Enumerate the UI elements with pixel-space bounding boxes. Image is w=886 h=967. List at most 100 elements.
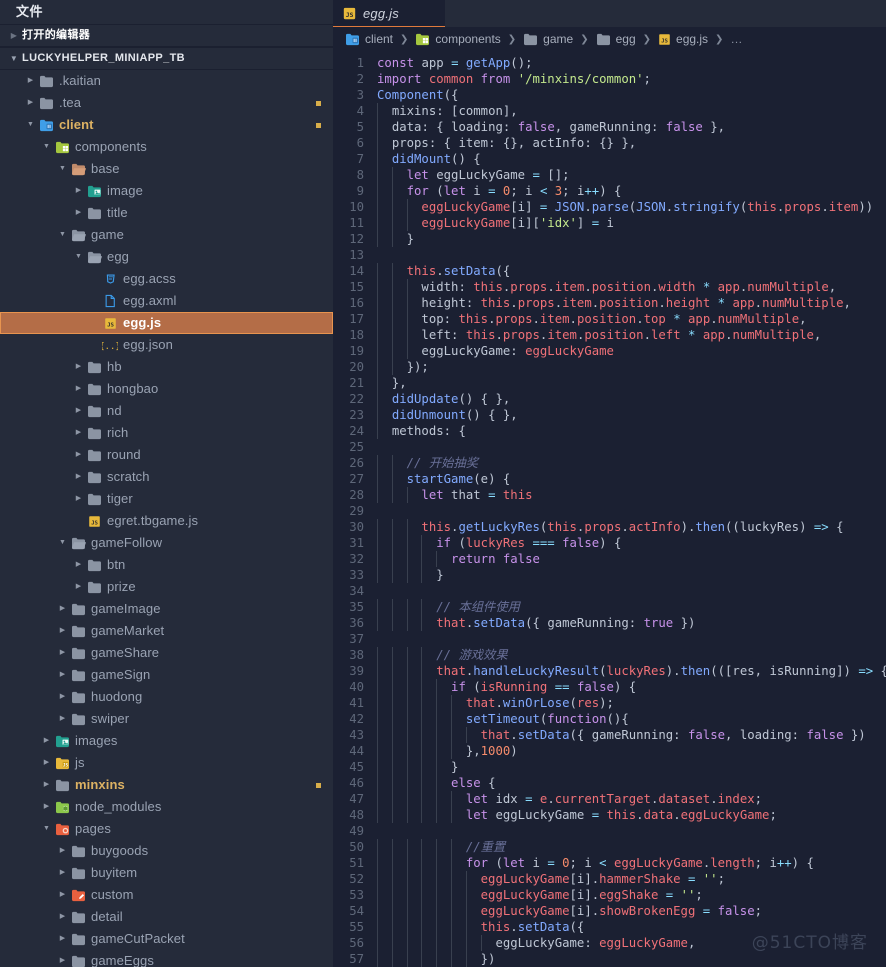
- tree-item-tiger[interactable]: ▶ tiger: [0, 488, 333, 510]
- chevron-right-icon[interactable]: ▶: [56, 862, 69, 884]
- code-line-content[interactable]: else {: [377, 775, 886, 791]
- tree-item-game[interactable]: ▼ game: [0, 224, 333, 246]
- code-line-content[interactable]: for (let i = 0; i < eggLuckyGame.length;…: [377, 855, 886, 871]
- breadcrumb-item-components[interactable]: components: [415, 32, 501, 46]
- chevron-right-icon[interactable]: ▶: [56, 598, 69, 620]
- code-line-content[interactable]: }: [377, 759, 886, 775]
- code-line-content[interactable]: // 游戏效果: [377, 647, 886, 663]
- tree-item-swiper[interactable]: ▶ swiper: [0, 708, 333, 730]
- tree-item--kaitian[interactable]: ▶ .kaitian: [0, 70, 333, 92]
- code-line-content[interactable]: data: { loading: false, gameRunning: fal…: [377, 119, 886, 135]
- code-line-content[interactable]: setTimeout(function(){: [377, 711, 886, 727]
- code-line-content[interactable]: import common from '/minxins/common';: [377, 71, 886, 87]
- tree-item-image[interactable]: ▶ image: [0, 180, 333, 202]
- code-line-content[interactable]: didUpdate() { },: [377, 391, 886, 407]
- chevron-right-icon[interactable]: ▶: [56, 928, 69, 950]
- tree-item-gamefollow[interactable]: ▼ gameFollow: [0, 532, 333, 554]
- chevron-down-icon[interactable]: ▼: [56, 158, 69, 180]
- chevron-right-icon[interactable]: ▶: [72, 378, 85, 400]
- tree-item-detail[interactable]: ▶ detail: [0, 906, 333, 928]
- code-line-content[interactable]: didMount() {: [377, 151, 886, 167]
- chevron-right-icon[interactable]: ▶: [24, 70, 37, 92]
- code-line-content[interactable]: eggLuckyGame: eggLuckyGame,: [377, 935, 886, 951]
- tree-item-egg-json[interactable]: {..} egg.json: [0, 334, 333, 356]
- tree-item-minxins[interactable]: ▶ minxins: [0, 774, 333, 796]
- tree-item-nd[interactable]: ▶ nd: [0, 400, 333, 422]
- tree-item-egg-axml[interactable]: egg.axml: [0, 290, 333, 312]
- code-line-content[interactable]: let that = this: [377, 487, 886, 503]
- code-line-content[interactable]: const app = getApp();: [377, 55, 886, 71]
- code-line-content[interactable]: this.setData({: [377, 263, 886, 279]
- code-line-content[interactable]: top: this.props.item.position.top * app.…: [377, 311, 886, 327]
- chevron-right-icon[interactable]: ▶: [72, 202, 85, 224]
- chevron-down-icon[interactable]: ▼: [72, 246, 85, 268]
- tree-item--tea[interactable]: ▶ .tea: [0, 92, 333, 114]
- chevron-down-icon[interactable]: ▼: [24, 114, 37, 136]
- code-line-content[interactable]: }: [377, 231, 886, 247]
- tree-item-egg[interactable]: ▼ egg: [0, 246, 333, 268]
- tree-item-prize[interactable]: ▶ prize: [0, 576, 333, 598]
- tree-item-gamemarket[interactable]: ▶ gameMarket: [0, 620, 333, 642]
- tree-item-js[interactable]: ▶ JS js: [0, 752, 333, 774]
- tree-item-node-modules[interactable]: ▶ node_modules: [0, 796, 333, 818]
- tree-item-rich[interactable]: ▶ rich: [0, 422, 333, 444]
- code-line-content[interactable]: },1000): [377, 743, 886, 759]
- breadcrumb-item-client[interactable]: client: [345, 32, 393, 46]
- code-line-content[interactable]: eggLuckyGame[i]['idx'] = i: [377, 215, 886, 231]
- code-line-content[interactable]: this.setData({: [377, 919, 886, 935]
- tree-item-gameshare[interactable]: ▶ gameShare: [0, 642, 333, 664]
- chevron-right-icon[interactable]: ▶: [72, 444, 85, 466]
- tree-item-huodong[interactable]: ▶ huodong: [0, 686, 333, 708]
- code-line-content[interactable]: methods: {: [377, 423, 886, 439]
- code-line-content[interactable]: props: { item: {}, actInfo: {} },: [377, 135, 886, 151]
- tree-item-egret-tbgame-js[interactable]: JS egret.tbgame.js: [0, 510, 333, 532]
- file-tree[interactable]: ▶ .kaitian ▶ .tea ▼ client ▼ components ▼ base ▶ im…: [0, 70, 333, 967]
- code-line-content[interactable]: //重置: [377, 839, 886, 855]
- chevron-down-icon[interactable]: ▼: [56, 532, 69, 554]
- code-line-content[interactable]: eggLuckyGame[i].showBrokenEgg = false;: [377, 903, 886, 919]
- chevron-right-icon[interactable]: ▶: [56, 950, 69, 967]
- code-line-content[interactable]: that.setData({ gameRunning: true }): [377, 615, 886, 631]
- tree-item-buyitem[interactable]: ▶ buyitem: [0, 862, 333, 884]
- code-line-content[interactable]: mixins: [common],: [377, 103, 886, 119]
- project-section-header[interactable]: ▼ LUCKYHELPER_MINIAPP_TB: [0, 47, 333, 70]
- code-line-content[interactable]: eggLuckyGame: eggLuckyGame: [377, 343, 886, 359]
- code-line-content[interactable]: eggLuckyGame[i].eggShake = '';: [377, 887, 886, 903]
- code-line-content[interactable]: that.winOrLose(res);: [377, 695, 886, 711]
- code-line-content[interactable]: return false: [377, 551, 886, 567]
- code-line-content[interactable]: }: [377, 567, 886, 583]
- chevron-right-icon[interactable]: ▶: [72, 488, 85, 510]
- code-line-content[interactable]: // 本组件使用: [377, 599, 886, 615]
- chevron-down-icon[interactable]: ▼: [56, 224, 69, 246]
- chevron-right-icon[interactable]: ▶: [56, 884, 69, 906]
- editor-tab-egg-js[interactable]: JS egg.js: [333, 0, 445, 27]
- code-line-content[interactable]: });: [377, 359, 886, 375]
- chevron-right-icon[interactable]: ▶: [56, 906, 69, 928]
- tree-item-gameimage[interactable]: ▶ gameImage: [0, 598, 333, 620]
- tree-item-btn[interactable]: ▶ btn: [0, 554, 333, 576]
- tree-item-scratch[interactable]: ▶ scratch: [0, 466, 333, 488]
- chevron-right-icon[interactable]: ▶: [56, 840, 69, 862]
- chevron-right-icon[interactable]: ▶: [56, 642, 69, 664]
- breadcrumb[interactable]: client ❯ components ❯ game ❯ egg ❯ JS egg.js ❯…: [333, 27, 886, 51]
- chevron-right-icon[interactable]: ▶: [56, 708, 69, 730]
- tree-item-gamecutpacket[interactable]: ▶ gameCutPacket: [0, 928, 333, 950]
- code-line-content[interactable]: for (let i = 0; i < 3; i++) {: [377, 183, 886, 199]
- chevron-right-icon[interactable]: ▶: [40, 752, 53, 774]
- tree-item-components[interactable]: ▼ components: [0, 136, 333, 158]
- tree-item-client[interactable]: ▼ client: [0, 114, 333, 136]
- chevron-down-icon[interactable]: ▼: [40, 136, 53, 158]
- code-line-content[interactable]: }): [377, 951, 886, 967]
- chevron-right-icon[interactable]: ▶: [72, 576, 85, 598]
- code-line-content[interactable]: that.setData({ gameRunning: false, loadi…: [377, 727, 886, 743]
- open-editors-section-header[interactable]: ▶ 打开的编辑器: [0, 24, 333, 47]
- tree-item-custom[interactable]: ▶ custom: [0, 884, 333, 906]
- chevron-right-icon[interactable]: ▶: [40, 774, 53, 796]
- chevron-right-icon[interactable]: ▶: [40, 730, 53, 752]
- code-line-content[interactable]: width: this.props.item.position.width * …: [377, 279, 886, 295]
- code-line-content[interactable]: this.getLuckyRes(this.props.actInfo).the…: [377, 519, 886, 535]
- code-line-content[interactable]: eggLuckyGame[i].hammerShake = '';: [377, 871, 886, 887]
- tree-item-hb[interactable]: ▶ hb: [0, 356, 333, 378]
- code-line-content[interactable]: height: this.props.item.position.height …: [377, 295, 886, 311]
- chevron-right-icon[interactable]: ▶: [56, 686, 69, 708]
